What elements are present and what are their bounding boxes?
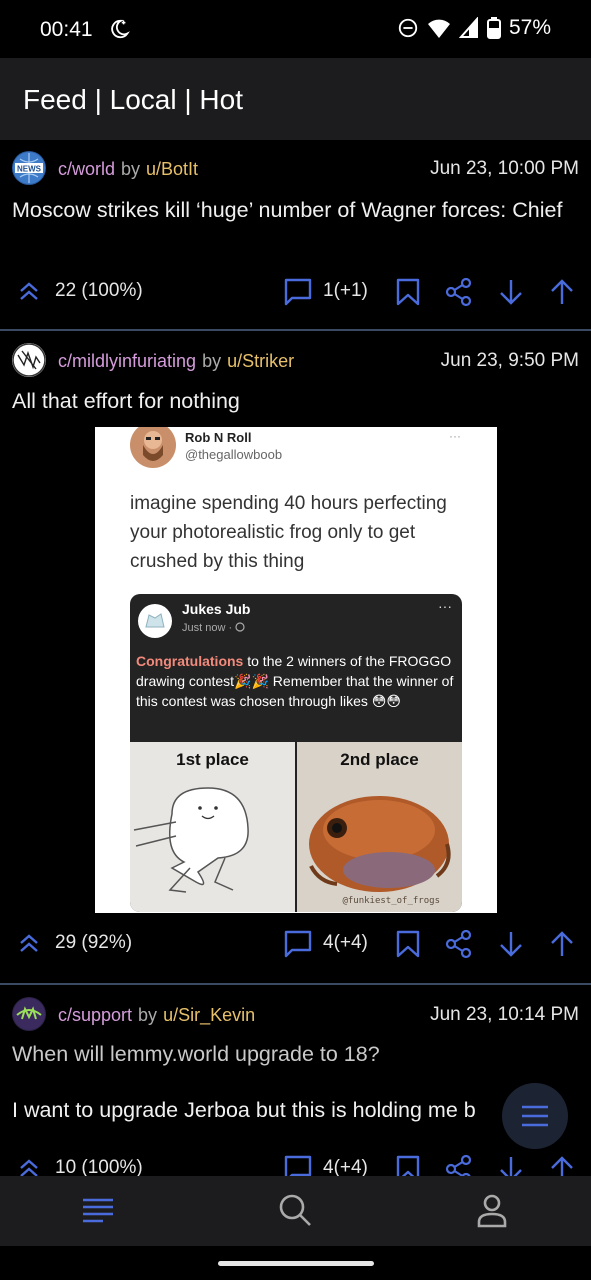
fb-author: Jukes Jub: [182, 601, 251, 617]
bottom-navigation: [0, 1176, 591, 1246]
post-score: 29 (92%): [55, 932, 133, 953]
doodle-avatar-icon: [12, 343, 46, 377]
comment-count[interactable]: 4(+4): [323, 932, 368, 954]
home-indicator[interactable]: [218, 1261, 374, 1266]
upvote-chevron-icon[interactable]: [16, 279, 42, 305]
post-date: Jun 23, 9:50 PM: [440, 350, 579, 371]
share-icon[interactable]: [444, 929, 474, 959]
fb-more-icon: ···: [438, 598, 452, 614]
signal-icon: [458, 17, 478, 38]
community-avatar[interactable]: [12, 997, 46, 1031]
post-title[interactable]: All that effort for nothing: [12, 388, 572, 415]
status-bar: 00:41 57%: [0, 0, 591, 58]
user-link[interactable]: u/BotIt: [146, 159, 198, 180]
post-meta: c/support by u/Sir_Kevin: [58, 1005, 255, 1026]
frog-drawing: [133, 787, 249, 893]
battery-level: 57%: [508, 16, 551, 39]
post-actions: 22 (100%) 1(+1): [0, 271, 591, 311]
community-link[interactable]: c/world: [58, 159, 115, 180]
page-title[interactable]: Feed | Local | Hot: [23, 84, 243, 116]
community-link[interactable]: c/mildlyinfuriating: [58, 351, 196, 372]
menu-fab-button[interactable]: [502, 1083, 568, 1149]
app-bar: Feed | Local | Hot: [0, 58, 591, 140]
upvote-icon[interactable]: [547, 277, 577, 307]
profile-icon[interactable]: [474, 1192, 510, 1228]
do-not-disturb-moon-icon: [111, 19, 130, 39]
watermark: @funkiest_of_frogs: [342, 896, 440, 906]
battery-icon: [486, 17, 501, 39]
comment-icon[interactable]: [283, 929, 313, 959]
wifi-icon: [427, 19, 450, 38]
bookmark-icon[interactable]: [393, 929, 423, 959]
status-icons: 57%: [397, 16, 551, 40]
community-avatar[interactable]: [12, 343, 46, 377]
bookmark-icon[interactable]: [393, 277, 423, 307]
search-icon[interactable]: [277, 1192, 313, 1228]
svg-text:NEWS: NEWS: [17, 165, 42, 174]
globe-icon: [235, 622, 245, 632]
by-label: by: [121, 159, 141, 179]
downvote-icon[interactable]: [496, 277, 526, 307]
by-label: by: [138, 1005, 158, 1025]
post-score: 22 (100%): [55, 280, 143, 301]
post-date: Jun 23, 10:00 PM: [430, 158, 579, 179]
first-place-label: 1st place: [176, 750, 249, 769]
tweet-author: Rob N Roll: [185, 430, 252, 445]
user-link[interactable]: u/Striker: [227, 351, 294, 372]
fb-text: Congratulations to the 2 winners of the …: [136, 653, 454, 709]
gesture-bar-area: [0, 1246, 591, 1280]
frog-photo: [309, 796, 451, 892]
menu-icon: [522, 1105, 548, 1127]
user-link[interactable]: u/Sir_Kevin: [163, 1005, 255, 1026]
second-place-panel: 2nd place @funkiest_of_frogs: [297, 742, 462, 912]
comment-count[interactable]: 1(+1): [323, 280, 368, 302]
fb-time: Just now ·: [182, 622, 245, 634]
upvote-chevron-icon[interactable]: [16, 931, 42, 957]
second-place-label: 2nd place: [340, 750, 419, 769]
facebook-post-card: Jukes Jub Just now · ··· Congratulations…: [130, 594, 462, 912]
fb-avatar: [138, 604, 172, 638]
tweet-more-icon: ···: [449, 429, 461, 443]
support-avatar-icon: [13, 998, 45, 1030]
feed-nav-icon[interactable]: [80, 1192, 116, 1228]
post-image[interactable]: Rob N Roll @thegallowboob ··· imagine sp…: [95, 427, 497, 913]
tweet-handle: @thegallowboob: [185, 447, 283, 462]
post-body: I want to upgrade Jerboa but this is hol…: [12, 1098, 476, 1122]
clock: 00:41: [40, 18, 93, 41]
by-label: by: [202, 351, 222, 371]
downvote-icon[interactable]: [496, 929, 526, 959]
community-link[interactable]: c/support: [58, 1005, 132, 1026]
upvote-icon[interactable]: [547, 929, 577, 959]
post-title[interactable]: When will lemmy.world upgrade to 18?: [12, 1041, 572, 1068]
post-date: Jun 23, 10:14 PM: [430, 1004, 579, 1025]
tweet-avatar: [130, 427, 176, 468]
post-card[interactable]: NEWS c/world by u/BotIt Jun 23, 10:00 PM…: [0, 140, 591, 330]
first-place-panel: 1st place: [130, 742, 295, 912]
dnd-icon: [398, 18, 418, 38]
post-meta: c/mildlyinfuriating by u/Striker: [58, 351, 294, 372]
share-icon[interactable]: [444, 277, 474, 307]
news-globe-icon: NEWS: [13, 152, 45, 184]
tweet-text: imagine spending 40 hours perfecting you…: [130, 493, 447, 572]
post-actions: 29 (92%) 4(+4): [0, 923, 591, 963]
post-card[interactable]: c/support by u/Sir_Kevin Jun 23, 10:14 P…: [0, 985, 591, 1184]
community-avatar[interactable]: NEWS: [12, 151, 46, 185]
comment-icon[interactable]: [283, 277, 313, 307]
post-title[interactable]: Moscow strikes kill ‘huge’ number of Wag…: [12, 197, 572, 224]
post-meta: c/world by u/BotIt: [58, 159, 198, 180]
